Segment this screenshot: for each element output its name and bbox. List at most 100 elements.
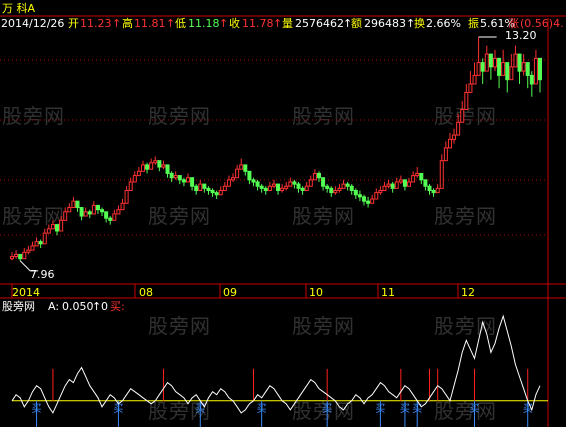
candle-body bbox=[26, 249, 31, 253]
candle-body bbox=[316, 172, 321, 179]
candle-body bbox=[382, 185, 387, 191]
candle-body bbox=[91, 204, 96, 215]
candle-body bbox=[210, 189, 215, 194]
candle-body bbox=[497, 57, 502, 76]
candle-body bbox=[484, 53, 489, 72]
candle-body bbox=[177, 175, 182, 181]
high-price-marker: 13.20 bbox=[505, 29, 537, 42]
candle-body bbox=[239, 164, 244, 170]
candle-body bbox=[235, 168, 240, 179]
candle-body bbox=[386, 183, 391, 187]
candle-body bbox=[509, 66, 514, 81]
candle-body bbox=[325, 185, 330, 189]
candle-body bbox=[292, 181, 297, 185]
candle-body bbox=[505, 62, 510, 81]
candle-body bbox=[337, 187, 342, 191]
candle-body bbox=[100, 209, 105, 213]
candle-body bbox=[190, 177, 195, 187]
candle-body bbox=[10, 256, 14, 260]
candle-body bbox=[14, 253, 19, 258]
candle-body bbox=[521, 62, 526, 72]
candlestick-chart[interactable]: 买买买买买买买买买买 bbox=[0, 0, 566, 427]
candle-body bbox=[345, 183, 350, 187]
candle-body bbox=[468, 83, 473, 93]
candle-body bbox=[472, 74, 477, 85]
candle-body bbox=[439, 160, 444, 189]
candle-body bbox=[153, 160, 158, 164]
candle-body bbox=[165, 164, 170, 174]
candle-body bbox=[222, 185, 227, 191]
candle-body bbox=[231, 177, 236, 181]
candle-body bbox=[349, 185, 354, 191]
candle-body bbox=[202, 183, 207, 189]
candle-body bbox=[427, 185, 432, 191]
candle-body bbox=[374, 192, 379, 200]
candle-body bbox=[87, 211, 92, 215]
candle-body bbox=[271, 183, 276, 187]
candle-body bbox=[370, 198, 375, 204]
candle-body bbox=[22, 251, 27, 260]
candle-body bbox=[18, 253, 23, 260]
candle-body bbox=[513, 53, 518, 68]
indicator-buy-label: 买: bbox=[110, 300, 125, 313]
candle-body bbox=[46, 228, 51, 234]
month-label: 12 bbox=[461, 286, 475, 299]
candle-body bbox=[75, 200, 80, 209]
buy-marker-label: 买 bbox=[257, 403, 267, 415]
buy-marker-label: 买 bbox=[400, 403, 410, 415]
candle-body bbox=[255, 181, 260, 187]
candle-body bbox=[218, 189, 223, 196]
buy-marker-label: 买 bbox=[375, 403, 385, 415]
indicator-arrow: ↑ bbox=[92, 300, 102, 313]
candle-body bbox=[476, 62, 481, 76]
candle-body bbox=[280, 187, 285, 191]
candle-body bbox=[173, 175, 178, 179]
candle-body bbox=[198, 183, 203, 191]
candle-body bbox=[136, 170, 141, 177]
candle-body bbox=[341, 183, 346, 189]
candle-body bbox=[169, 172, 174, 179]
candle-body bbox=[525, 62, 530, 76]
stock-chart-window: 万 科A 2014/12/26 开 11.23 ↑ 高 11.81 ↑ 低 11… bbox=[0, 0, 566, 427]
month-label: 2014 bbox=[12, 286, 40, 299]
candle-body bbox=[329, 187, 334, 194]
candle-body bbox=[407, 181, 412, 187]
candle-body bbox=[112, 213, 117, 221]
candle-body bbox=[124, 189, 129, 204]
candle-body bbox=[116, 209, 121, 215]
candle-body bbox=[30, 245, 35, 251]
candle-body bbox=[538, 57, 542, 81]
candle-body bbox=[243, 164, 248, 172]
candle-body bbox=[186, 177, 190, 183]
candle-body bbox=[452, 134, 457, 140]
buy-marker-label: 买 bbox=[195, 403, 205, 415]
candle-body bbox=[108, 217, 113, 221]
candle-body bbox=[308, 179, 313, 187]
indicator-series-line bbox=[11, 314, 541, 414]
candle-body bbox=[464, 91, 469, 111]
indicator-a-label: A: bbox=[48, 300, 60, 313]
candle-body bbox=[362, 196, 366, 202]
candle-body bbox=[128, 181, 133, 191]
candle-body bbox=[120, 202, 125, 211]
candle-body bbox=[398, 179, 403, 183]
candle-body bbox=[333, 189, 338, 194]
candle-body bbox=[104, 211, 109, 219]
candle-body bbox=[276, 183, 281, 191]
candle-body bbox=[63, 211, 68, 221]
candle-body bbox=[480, 62, 485, 72]
buy-marker-label: 买 bbox=[412, 403, 422, 415]
candle-body bbox=[34, 241, 39, 247]
candle-body bbox=[411, 175, 416, 183]
candle-body bbox=[296, 183, 301, 189]
candle-body bbox=[415, 172, 420, 177]
candle-body bbox=[132, 175, 137, 183]
candle-body bbox=[517, 53, 522, 72]
month-label: 08 bbox=[139, 286, 153, 299]
indicator-a-value: 0.050 bbox=[62, 300, 94, 313]
candle-body bbox=[206, 187, 211, 191]
candle-body bbox=[284, 185, 289, 189]
candle-body bbox=[423, 179, 428, 187]
candle-body bbox=[79, 207, 84, 217]
candle-body bbox=[321, 177, 326, 187]
